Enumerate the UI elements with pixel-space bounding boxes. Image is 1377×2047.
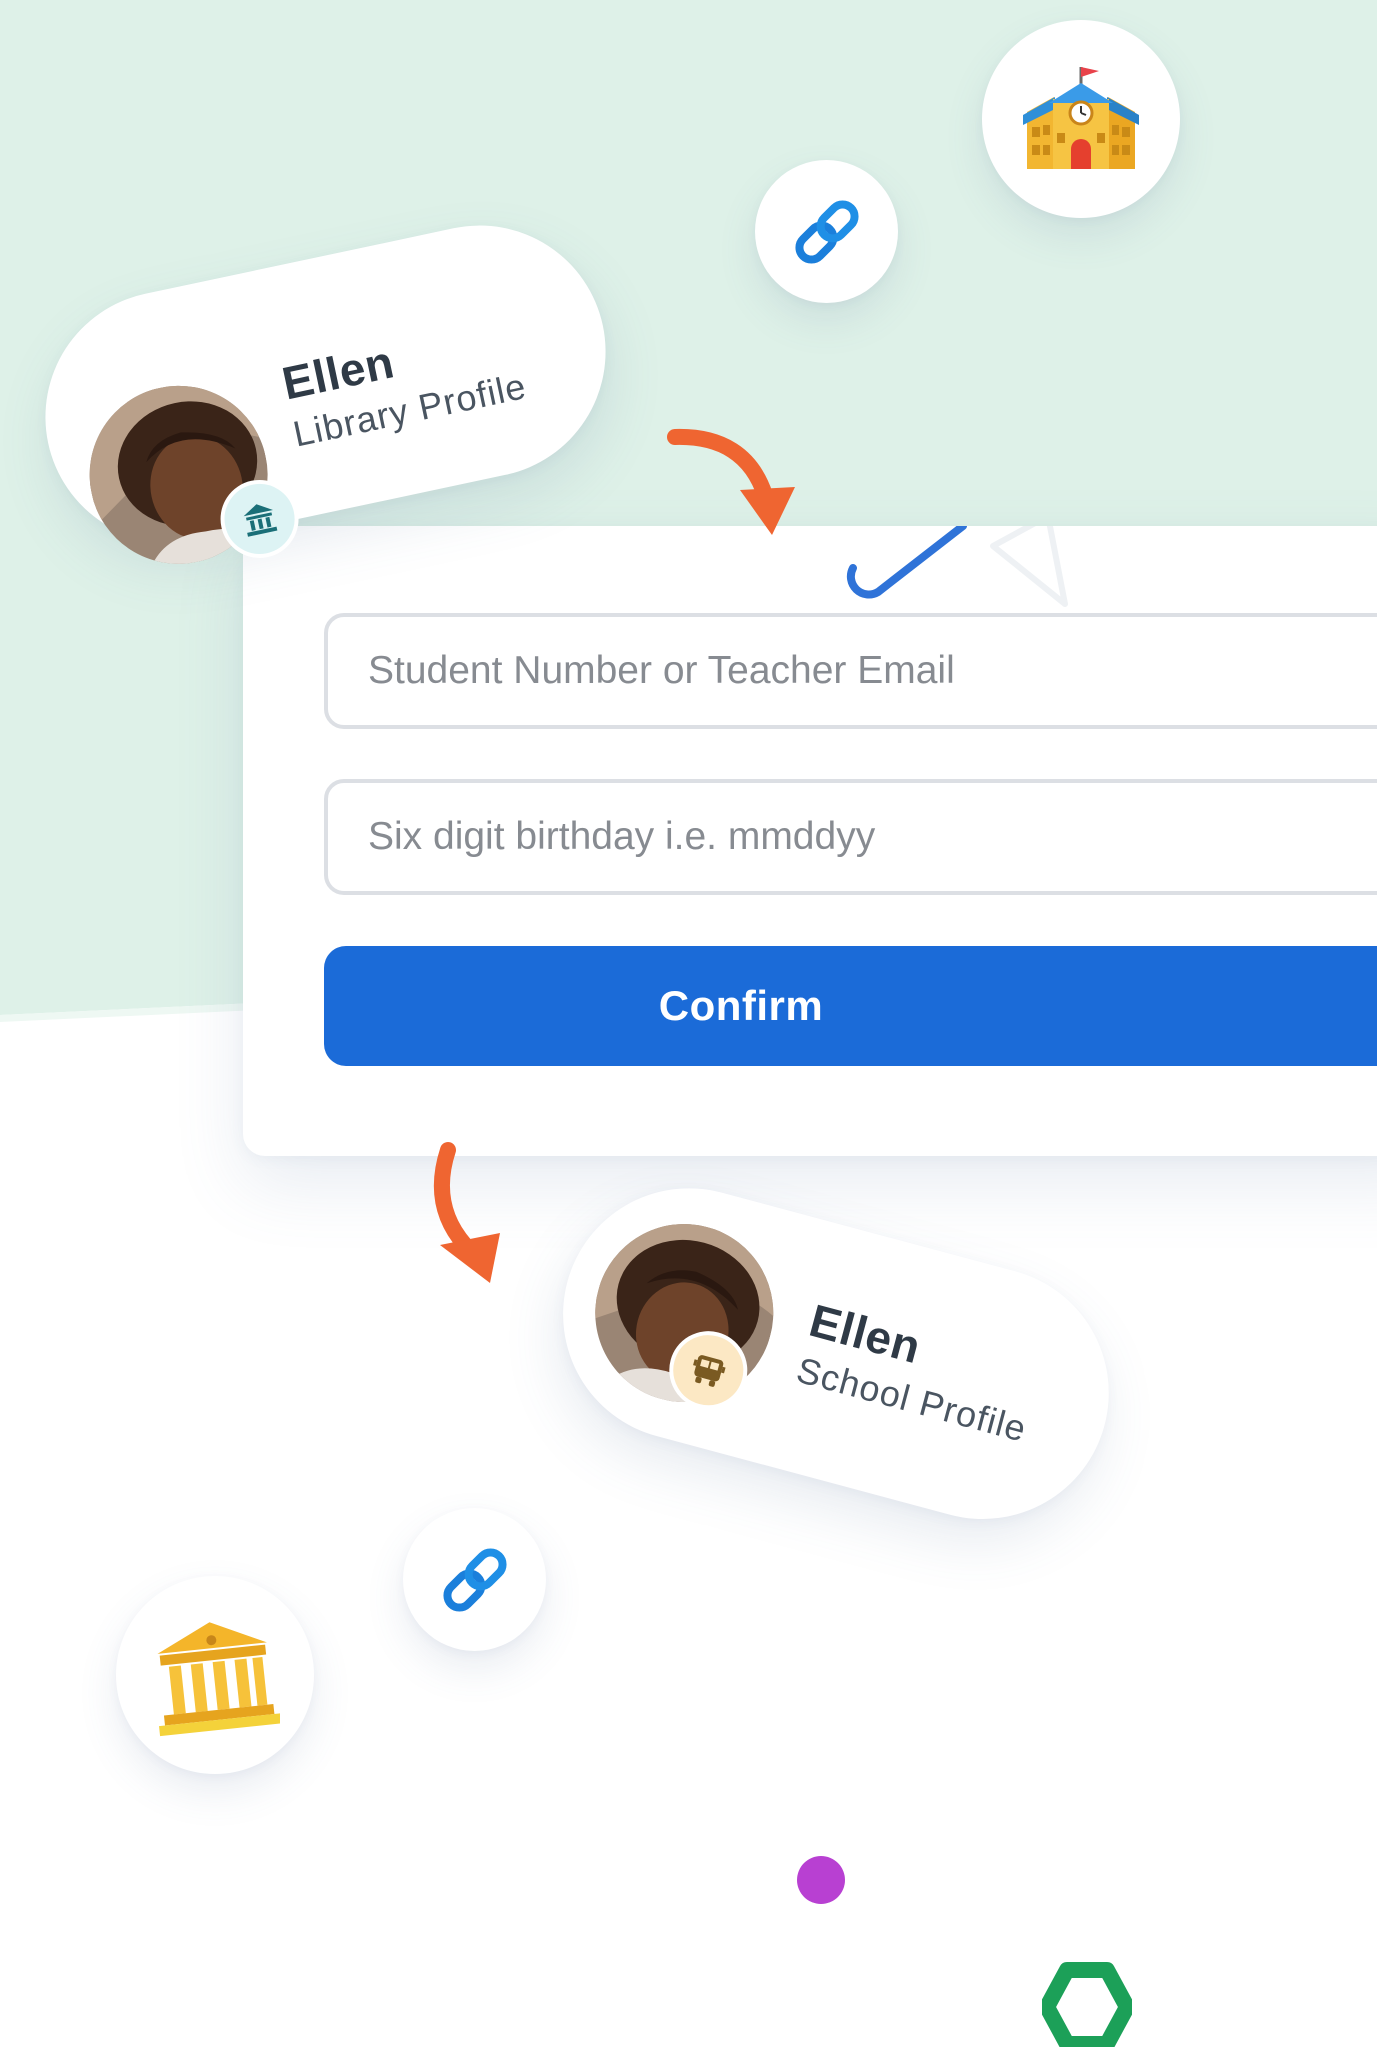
arrow-icon [667, 428, 795, 535]
arrow-icon [433, 1142, 500, 1283]
confirm-button[interactable]: Confirm [324, 946, 1377, 1066]
purple-dot [797, 1856, 845, 1904]
paper-plane-icon [990, 526, 1068, 607]
classical-building-icon [157, 1622, 280, 1737]
confirm-label: Confirm [658, 982, 824, 1029]
school-bus-icon [693, 1355, 726, 1387]
link-bubble-bottom [403, 1508, 546, 1651]
student-number-input[interactable] [324, 613, 1377, 729]
linking-illustration: Confirm Ellen Library Prof [0, 0, 1377, 2047]
school-building-bubble [982, 20, 1180, 218]
link-icon [794, 199, 859, 264]
school-building-icon [1023, 67, 1139, 169]
decoration-clip-plane [846, 526, 1068, 607]
library-icon [243, 504, 278, 537]
green-hexagon [1042, 1962, 1132, 2047]
birthday-input[interactable] [324, 779, 1377, 895]
paperclip-icon [846, 526, 967, 599]
link-account-card: Confirm [243, 526, 1377, 1156]
link-bubble-top [755, 160, 898, 303]
classical-building-bubble [116, 1576, 314, 1774]
link-icon [442, 1547, 507, 1612]
